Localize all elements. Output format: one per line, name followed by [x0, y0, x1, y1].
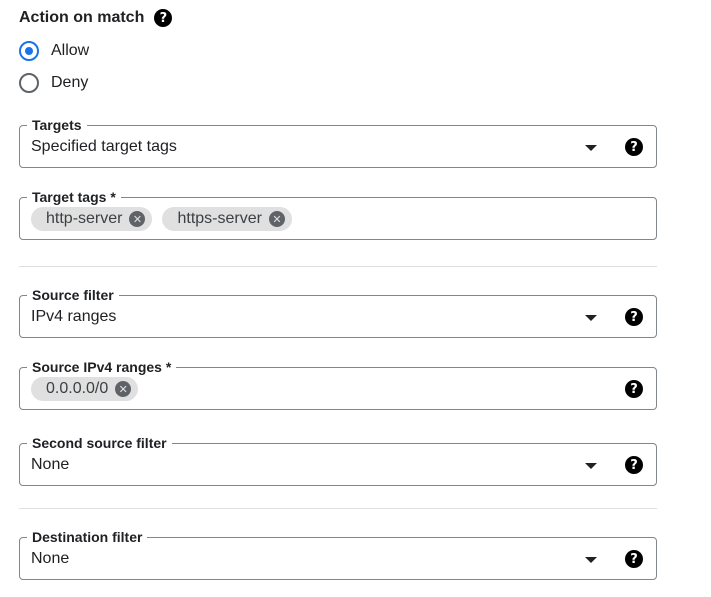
second-source-filter-label: Second source filter [27, 434, 172, 452]
remove-chip-icon[interactable]: ✕ [115, 381, 132, 397]
action-on-match-heading: Action on match ? [19, 9, 173, 27]
help-icon[interactable]: ? [625, 550, 643, 568]
radio-allow[interactable]: Allow [19, 41, 89, 61]
dropdown-caret-icon[interactable] [585, 463, 597, 469]
targets-select[interactable]: Targets Specified target tags ? [19, 116, 657, 168]
help-icon[interactable]: ? [625, 138, 643, 156]
tag-chip-label: http-server [46, 210, 123, 227]
radio-button-deny[interactable] [19, 73, 39, 93]
action-on-match-title: Action on match [19, 9, 145, 26]
destination-filter-select[interactable]: Destination filter None ? [19, 528, 657, 580]
second-source-filter-value: None [31, 456, 70, 473]
source-filter-value: IPv4 ranges [31, 308, 117, 325]
dropdown-caret-icon[interactable] [585, 145, 597, 151]
remove-chip-icon[interactable]: ✕ [129, 211, 146, 227]
remove-chip-icon[interactable]: ✕ [268, 211, 285, 227]
source-ipv4-ranges-field[interactable]: Source IPv4 ranges * 0.0.0.0/0 ✕ ? [19, 358, 657, 410]
tag-chip: http-server ✕ [31, 207, 153, 231]
section-divider [19, 508, 657, 509]
dropdown-caret-icon[interactable] [585, 315, 597, 321]
tag-chip: https-server ✕ [162, 207, 292, 231]
tag-chip-label: https-server [177, 210, 262, 227]
target-tags-label: Target tags * [27, 188, 121, 206]
destination-filter-label: Destination filter [27, 528, 148, 546]
destination-filter-value: None [31, 550, 70, 567]
target-tags-field[interactable]: Target tags * http-server ✕ https-server… [19, 188, 657, 240]
source-ipv4-ranges-label: Source IPv4 ranges * [27, 358, 177, 376]
section-divider [19, 266, 657, 267]
radio-label-deny: Deny [51, 74, 89, 91]
help-icon[interactable]: ? [154, 9, 173, 27]
radio-label-allow: Allow [51, 42, 90, 59]
targets-value: Specified target tags [31, 138, 177, 155]
range-chip: 0.0.0.0/0 ✕ [31, 377, 139, 401]
targets-label: Targets [27, 116, 87, 134]
second-source-filter-select[interactable]: Second source filter None ? [19, 434, 657, 486]
help-icon[interactable]: ? [625, 456, 643, 474]
help-icon[interactable]: ? [625, 308, 643, 326]
range-chip-label: 0.0.0.0/0 [46, 380, 109, 397]
radio-button-allow[interactable] [19, 41, 39, 61]
source-filter-select[interactable]: Source filter IPv4 ranges ? [19, 286, 657, 338]
radio-deny[interactable]: Deny [19, 73, 88, 93]
help-icon[interactable]: ? [625, 380, 643, 398]
dropdown-caret-icon[interactable] [585, 557, 597, 563]
source-filter-label: Source filter [27, 286, 119, 304]
